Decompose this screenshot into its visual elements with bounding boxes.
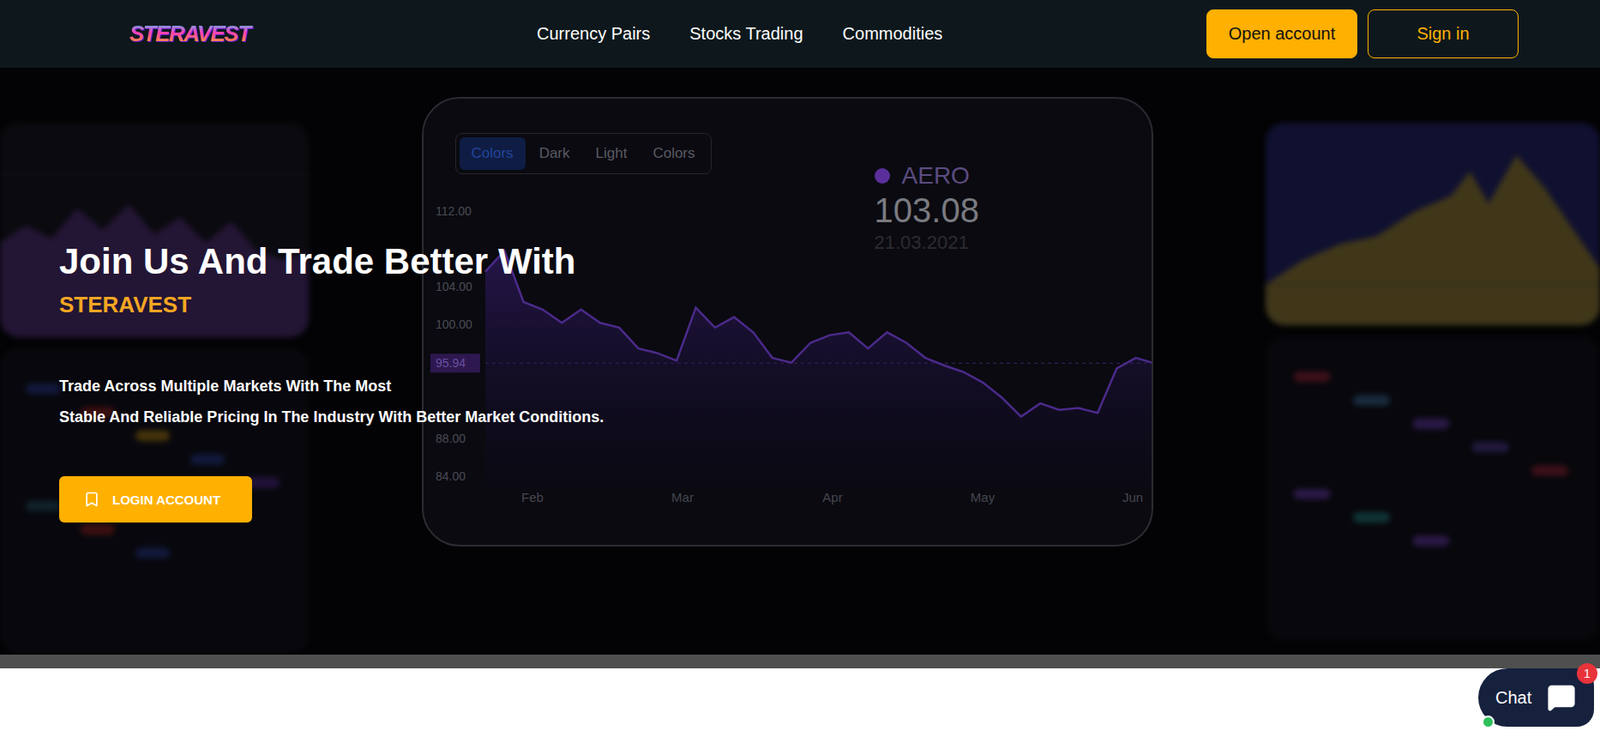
y-tick: 88.00 xyxy=(435,431,466,446)
divider-strip xyxy=(0,654,1600,668)
background-right xyxy=(1265,96,1600,655)
theme-tab[interactable]: Dark xyxy=(527,137,583,170)
login-account-button[interactable]: LOGIN ACCOUNT xyxy=(59,475,253,523)
hero-background: ColorsDarkLightColorsAERO103.0821.03.202… xyxy=(0,67,1600,655)
page: STERAVEST Currency Pairs Stocks Trading Com… xyxy=(0,0,1600,743)
ticker-symbol: AERO xyxy=(902,162,970,190)
theme-tab[interactable]: Colors xyxy=(459,137,526,170)
online-dot xyxy=(1481,715,1495,728)
y-tick: 112.00 xyxy=(435,204,472,218)
hero-lead-line: Stable And Reliable Pricing In The Indus… xyxy=(59,401,604,433)
hero-heading: Join Us And Trade Better With xyxy=(59,239,576,284)
decorative-chart-icon xyxy=(1265,122,1600,325)
hero-content: Join Us And Trade Better With STERAVEST Tr… xyxy=(0,67,1600,523)
highlight-box xyxy=(430,353,481,373)
sign-in-button[interactable]: Sign in xyxy=(1367,9,1519,59)
nav-link[interactable]: Currency Pairs xyxy=(536,24,650,44)
y-tick: 104.00 xyxy=(435,279,473,294)
chart-header: ColorsDarkLightColorsAERO103.0821.03.202… xyxy=(423,98,1154,254)
y-tick: 100.00 xyxy=(435,317,473,331)
theme-tab[interactable]: Light xyxy=(583,137,640,170)
ticker-dot xyxy=(874,168,891,184)
series-area xyxy=(485,250,1154,487)
hero-lead: Trade Across Multiple Markets With The M… xyxy=(59,370,604,433)
content-area xyxy=(0,667,1600,743)
x-tick: Jun xyxy=(1121,489,1143,505)
chart-card: ColorsDarkLightColorsAERO103.0821.03.202… xyxy=(421,96,1154,547)
background-left xyxy=(0,96,309,655)
chat-label: Chat xyxy=(1495,687,1532,708)
series xyxy=(485,250,1154,487)
bookmark-icon xyxy=(83,490,101,508)
theme-tab[interactable]: Colors xyxy=(640,137,707,170)
theme-tabs: ColorsDarkLightColors xyxy=(455,132,712,175)
decorative-bars-icon xyxy=(1265,335,1600,642)
highlight-label: 95.94 xyxy=(435,355,466,370)
nav-link[interactable]: Commodities xyxy=(842,24,944,44)
x-tick: Mar xyxy=(671,489,694,505)
nav-bar: STERAVEST Currency Pairs Stocks Trading Com… xyxy=(0,0,1600,68)
logo[interactable]: STERAVEST xyxy=(129,20,259,48)
x-tick: Feb xyxy=(521,489,544,505)
series-line xyxy=(485,250,1154,416)
background-panel xyxy=(1265,335,1600,642)
background-panel xyxy=(1265,122,1600,325)
chat-bubble-icon xyxy=(1546,682,1576,712)
x-tick: May xyxy=(969,489,995,505)
chat-widget[interactable]: Chat1 xyxy=(1478,667,1594,727)
nav-links: Currency Pairs Stocks Trading Commodities xyxy=(536,24,943,44)
ticker: AERO103.0821.03.2021 xyxy=(874,162,980,254)
hero-lead-line: Trade Across Multiple Markets With The M… xyxy=(59,370,604,402)
open-account-button[interactable]: Open account xyxy=(1206,9,1358,59)
y-tick: 84.00 xyxy=(435,469,466,483)
ticker-date: 21.03.2021 xyxy=(874,231,980,254)
ticker-price: 103.08 xyxy=(874,191,980,230)
hero: ColorsDarkLightColorsAERO103.0821.03.202… xyxy=(0,67,1600,655)
x-tick: Apr xyxy=(822,489,843,505)
chat-badge: 1 xyxy=(1576,662,1598,684)
price-chart: 112.00 104.00 100.00 88.00 84.00 95.94 Feb Mar A… xyxy=(423,184,1154,545)
nav-buttons: Open accountSign in xyxy=(1206,9,1519,59)
nav-link[interactable]: Stocks Trading xyxy=(689,24,803,44)
hero-brand: STERAVEST xyxy=(59,290,192,319)
